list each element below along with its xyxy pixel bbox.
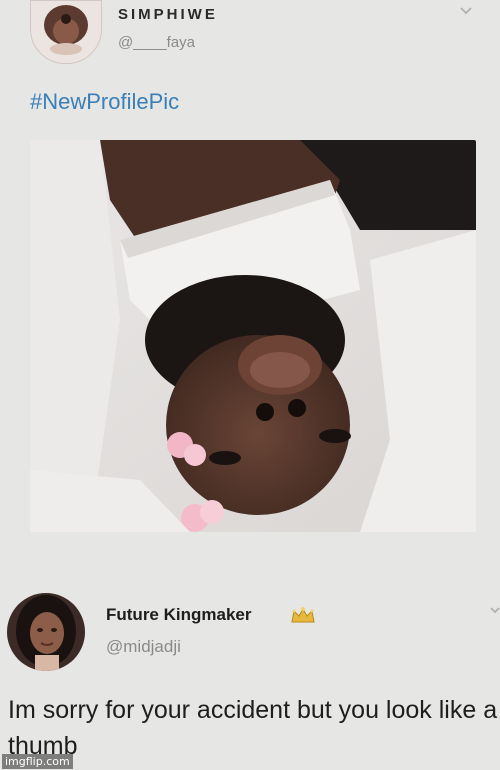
avatar[interactable] bbox=[7, 593, 85, 671]
reply-tweet: Future Kingmaker @midjadji Im sorry for … bbox=[0, 585, 500, 770]
tweet-photo[interactable] bbox=[30, 140, 476, 532]
original-tweet: SIMPHIWE @____faya #NewProfilePic bbox=[0, 0, 500, 575]
crown-icon bbox=[290, 606, 316, 624]
handle[interactable]: @____faya bbox=[118, 34, 195, 51]
avatar[interactable] bbox=[30, 0, 102, 64]
watermark: imgflip.com bbox=[2, 754, 73, 769]
display-name[interactable]: SIMPHIWE bbox=[118, 6, 218, 23]
handle[interactable]: @midjadji bbox=[106, 637, 181, 657]
hashtag-link[interactable]: #NewProfilePic bbox=[30, 89, 179, 115]
tweet-text: Im sorry for your accident but you look … bbox=[8, 696, 498, 760]
display-name[interactable]: Future Kingmaker bbox=[106, 605, 251, 625]
chevron-down-icon[interactable] bbox=[488, 603, 500, 617]
chevron-down-icon[interactable] bbox=[458, 2, 474, 18]
